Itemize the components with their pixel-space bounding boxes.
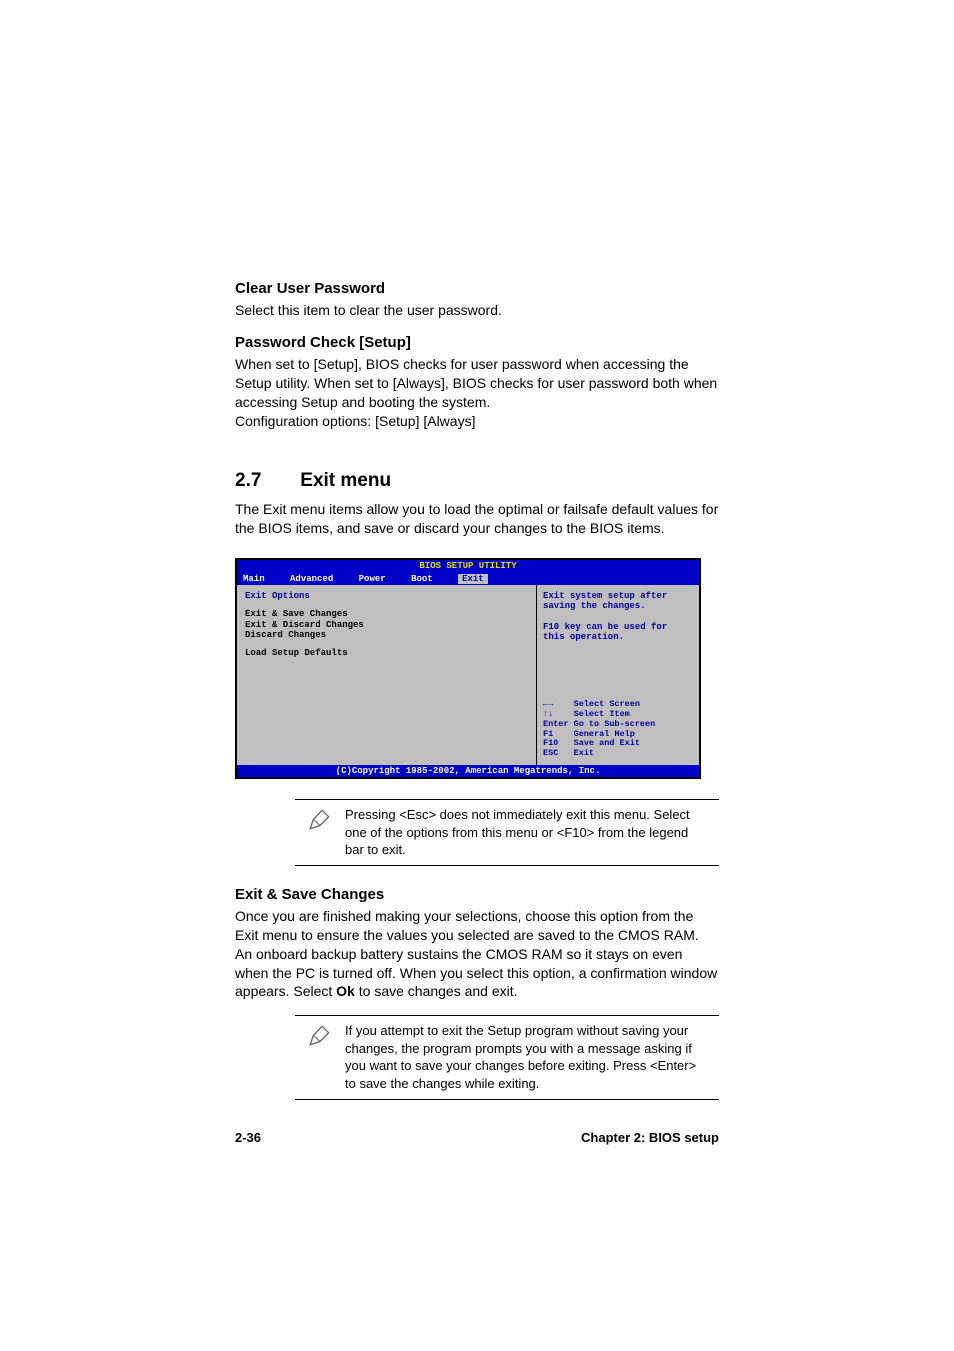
text-password-check: When set to [Setup], BIOS checks for use… [235, 355, 719, 431]
text-clear-user-password: Select this item to clear the user passw… [235, 301, 719, 320]
bios-tab-advanced: Advanced [290, 574, 333, 584]
bios-option-discard: Discard Changes [245, 630, 528, 640]
bios-tab-main: Main [243, 574, 265, 584]
pencil-icon [295, 1022, 345, 1053]
bios-tab-exit: Exit [458, 574, 488, 584]
chapter-footer-label: Chapter 2: BIOS setup [581, 1130, 719, 1145]
bios-tabs: Main Advanced Power Boot Exit [237, 573, 699, 585]
pencil-icon [295, 806, 345, 837]
bios-option-exit-discard: Exit & Discard Changes [245, 620, 528, 630]
bios-options-panel: Exit Options Exit & Save Changes Exit & … [237, 585, 537, 765]
bios-help-panel: Exit system setup after saving the chang… [537, 585, 699, 765]
chapter-title: Exit menu [300, 470, 391, 491]
heading-clear-user-password: Clear User Password [235, 280, 719, 297]
chapter-heading: 2.7 Exit menu [235, 470, 719, 492]
note-text-esc: Pressing <Esc> does not immediately exit… [345, 806, 719, 859]
bios-copyright: (C)Copyright 1985-2002, American Megatre… [237, 765, 699, 777]
bios-option-exit-save: Exit & Save Changes [245, 609, 528, 619]
bios-tab-power: Power [359, 574, 386, 584]
page-footer: 2-36 Chapter 2: BIOS setup [235, 1130, 719, 1145]
ok-label: Ok [336, 983, 355, 999]
note-block-esc: Pressing <Esc> does not immediately exit… [295, 799, 719, 866]
bios-tab-boot: Boot [411, 574, 433, 584]
note-block-save-prompt: If you attempt to exit the Setup program… [295, 1015, 719, 1099]
bios-option-load-defaults: Load Setup Defaults [245, 648, 528, 658]
chapter-number: 2.7 [235, 470, 295, 492]
page-number: 2-36 [235, 1130, 261, 1145]
note-text-save-prompt: If you attempt to exit the Setup program… [345, 1022, 719, 1092]
bios-key-legend: ←→ Select Screen ↑↓ Select Item Enter Go… [543, 700, 693, 759]
heading-password-check: Password Check [Setup] [235, 334, 719, 351]
bios-screenshot: BIOS SETUP UTILITY Main Advanced Power B… [235, 558, 701, 779]
text-exit-save-changes: Once you are finished making your select… [235, 907, 719, 1001]
bios-options-title: Exit Options [245, 591, 528, 601]
chapter-intro-text: The Exit menu items allow you to load th… [235, 500, 719, 538]
heading-exit-save-changes: Exit & Save Changes [235, 886, 719, 903]
bios-title: BIOS SETUP UTILITY [237, 560, 699, 572]
bios-help-text: Exit system setup after saving the chang… [543, 591, 693, 643]
